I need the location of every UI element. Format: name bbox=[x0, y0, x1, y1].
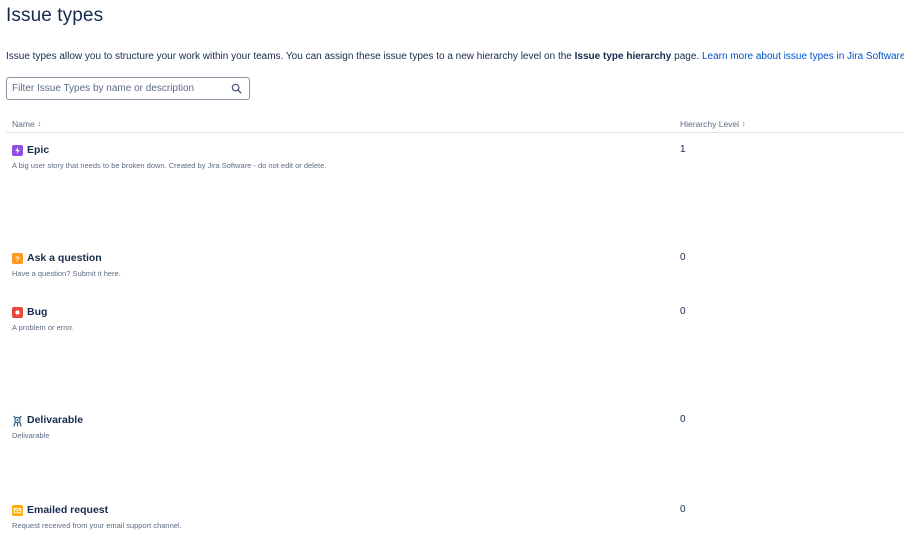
issue-type-description: Request received from your email support… bbox=[12, 521, 182, 530]
learn-more-link[interactable]: Learn more about issue types in Jira Sof… bbox=[702, 51, 904, 62]
issue-type-name[interactable]: Bug bbox=[27, 306, 47, 318]
column-header-name[interactable]: Name ↕ bbox=[12, 119, 41, 129]
issue-type-description: A problem or error. bbox=[12, 323, 75, 332]
column-header-hierarchy-level-label: Hierarchy Level bbox=[680, 119, 740, 129]
search-icon[interactable] bbox=[231, 83, 242, 94]
bug-icon bbox=[12, 307, 23, 318]
page-title: Issue types bbox=[6, 5, 104, 26]
issue-type-name[interactable]: Ask a question bbox=[27, 252, 102, 264]
sort-icon[interactable]: ↕ bbox=[38, 121, 42, 128]
issue-type-level: 0 bbox=[680, 504, 686, 515]
intro-text-before: Issue types allow you to structure your … bbox=[6, 51, 575, 62]
issue-type-level: 1 bbox=[680, 144, 686, 155]
svg-text:?: ? bbox=[15, 254, 20, 263]
issue-type-name[interactable]: Epic bbox=[27, 144, 49, 156]
intro-text-after: page. bbox=[671, 51, 702, 62]
issue-type-level: 0 bbox=[680, 414, 686, 425]
issue-type-description: Delivarable bbox=[12, 431, 50, 440]
intro-text: Issue types allow you to structure your … bbox=[6, 51, 904, 63]
epic-icon bbox=[12, 145, 23, 156]
deliverable-icon bbox=[12, 415, 23, 427]
issue-type-description: Have a question? Submit it here. bbox=[12, 269, 121, 278]
sort-icon[interactable]: ↕ bbox=[742, 121, 746, 128]
header-divider bbox=[6, 132, 904, 133]
issue-type-level: 0 bbox=[680, 252, 686, 263]
issue-type-name[interactable]: Delivarable bbox=[27, 414, 83, 426]
filter-field[interactable] bbox=[6, 77, 250, 100]
issue-type-level: 0 bbox=[680, 306, 686, 317]
email-icon bbox=[12, 505, 23, 516]
question-icon: ? bbox=[12, 253, 23, 264]
intro-bold-link-text: Issue type hierarchy bbox=[574, 51, 672, 62]
filter-input[interactable] bbox=[12, 81, 222, 96]
issue-type-description: A big user story that needs to be broken… bbox=[12, 161, 327, 170]
issue-type-name[interactable]: Emailed request bbox=[27, 504, 108, 516]
column-header-hierarchy-level[interactable]: Hierarchy Level ↕ bbox=[680, 119, 746, 129]
column-header-name-label: Name bbox=[12, 119, 35, 129]
